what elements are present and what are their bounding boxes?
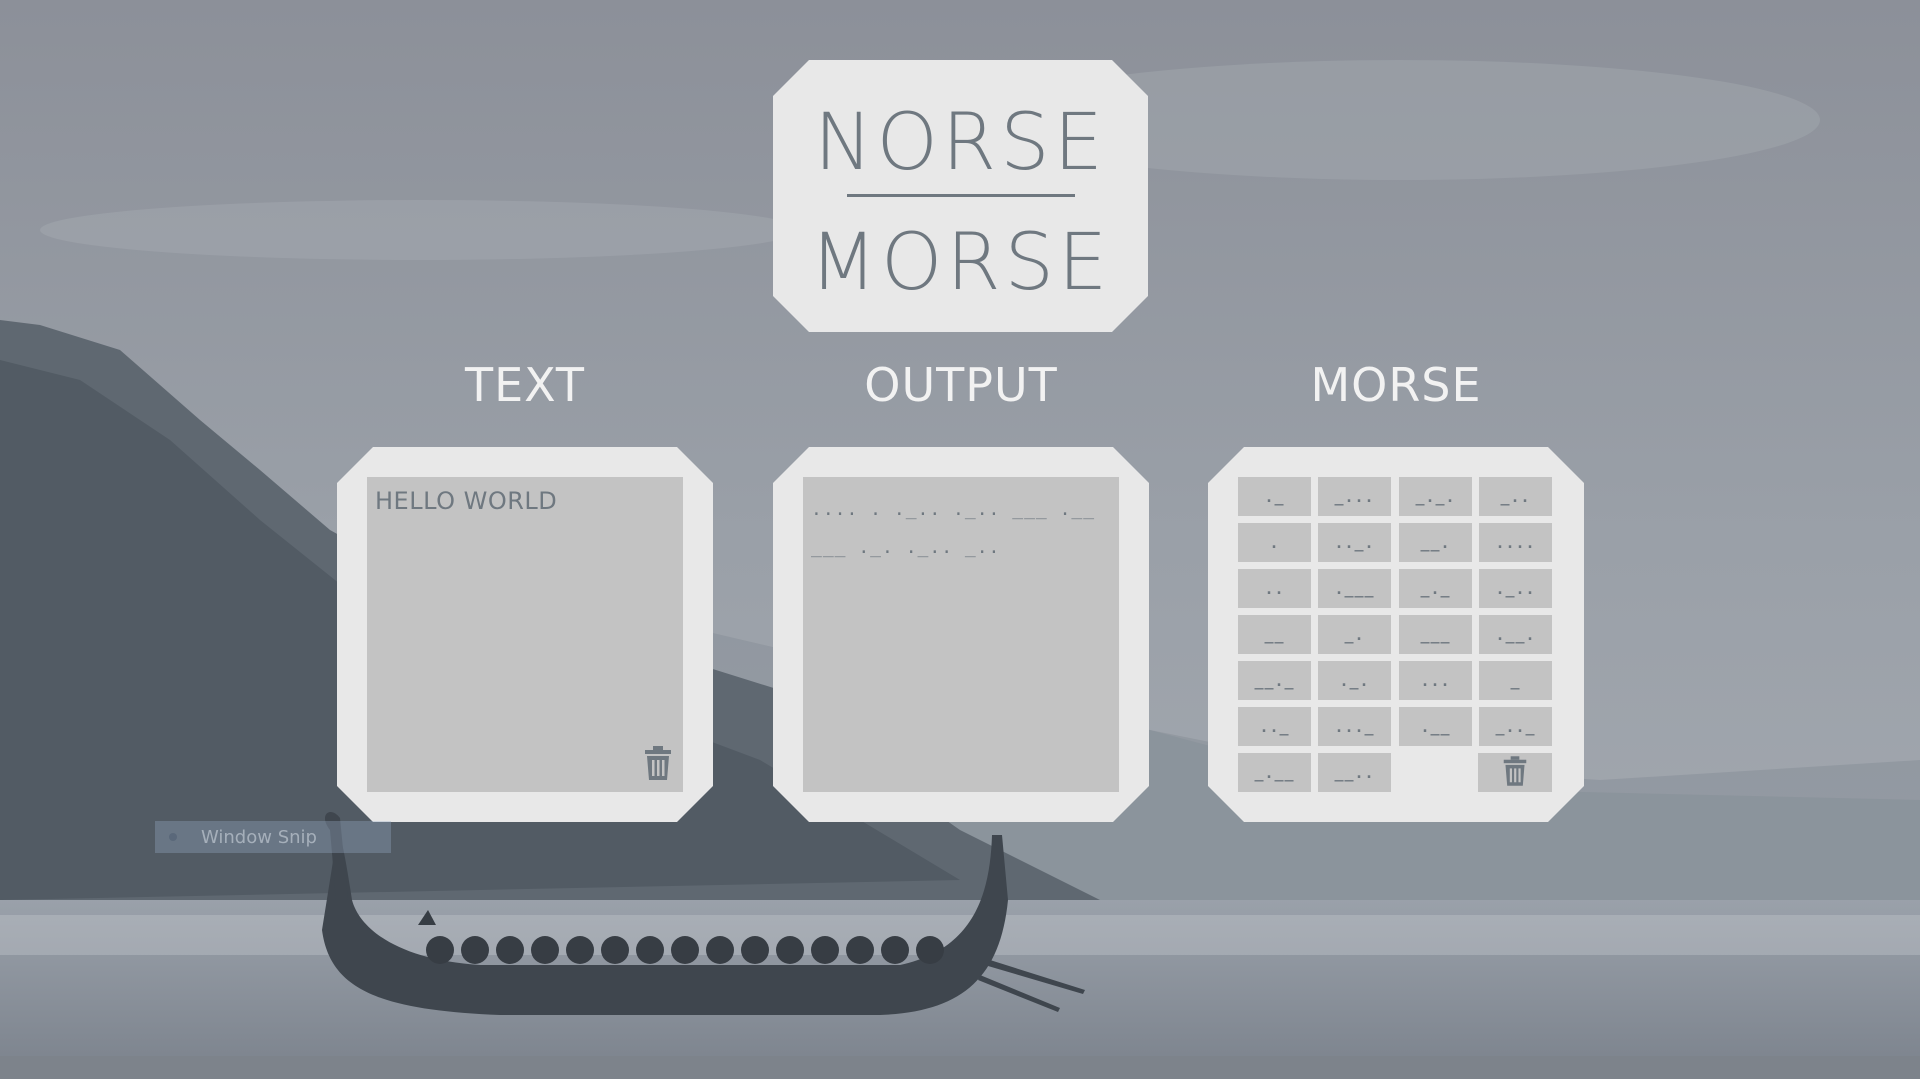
morse-key[interactable]: ..._ — [1318, 707, 1391, 746]
morse-key[interactable]: . — [1238, 523, 1311, 562]
output-panel: .... . ._.. ._.. ___ .__ ___ ._. ._.. _.… — [773, 447, 1149, 822]
heading-output: OUTPUT — [864, 358, 1058, 412]
morse-key[interactable]: ._.. — [1479, 569, 1552, 608]
bottom-strip — [0, 1056, 1920, 1079]
logo-word-norse: NORSE — [814, 98, 1107, 188]
morse-key[interactable]: ___ — [1399, 615, 1472, 654]
window-snip-overlay: Window Snip — [155, 821, 391, 853]
morse-key[interactable]: .. — [1238, 569, 1311, 608]
morse-key[interactable]: .___ — [1318, 569, 1391, 608]
heading-morse: MORSE — [1310, 358, 1482, 412]
morse-key[interactable]: _.. — [1479, 477, 1552, 516]
morse-key[interactable]: .__ — [1399, 707, 1472, 746]
morse-panel: ._ _... _._. _... .._. __....... .___ _._ ._.. __… — [1208, 447, 1584, 822]
trash-icon — [1502, 756, 1528, 789]
morse-key[interactable]: ... — [1399, 661, 1472, 700]
logo-panel: NORSE MORSE — [773, 60, 1148, 332]
logo-word-morse: MORSE — [809, 218, 1112, 308]
text-input[interactable] — [375, 487, 675, 737]
morse-key[interactable]: _._ — [1399, 569, 1472, 608]
morse-key[interactable]: .._ — [1238, 707, 1311, 746]
snip-dot-icon — [169, 833, 177, 841]
morse-key[interactable]: __ — [1238, 615, 1311, 654]
morse-key[interactable]: __. — [1399, 523, 1472, 562]
morse-key[interactable]: _... — [1318, 477, 1391, 516]
morse-key[interactable]: ._. — [1318, 661, 1391, 700]
window-snip-label: Window Snip — [201, 826, 317, 848]
morse-key[interactable]: _. — [1318, 615, 1391, 654]
morse-key[interactable]: __._ — [1238, 661, 1311, 700]
output-area: .... . ._.. ._.. ___ .__ ___ ._. ._.. _.… — [803, 477, 1119, 792]
morse-key[interactable]: _.__ — [1238, 753, 1311, 792]
morse-key[interactable]: .__. — [1479, 615, 1552, 654]
morse-key[interactable]: _._. — [1399, 477, 1472, 516]
morse-key[interactable]: _ — [1479, 661, 1552, 700]
morse-key[interactable]: .._. — [1318, 523, 1391, 562]
morse-key[interactable]: __.. — [1318, 753, 1391, 792]
heading-text: TEXT — [465, 358, 585, 412]
trash-icon[interactable] — [643, 746, 673, 780]
text-panel — [337, 447, 713, 822]
morse-clear-button[interactable] — [1478, 753, 1552, 792]
morse-key[interactable]: ._ — [1238, 477, 1311, 516]
morse-keypad: ._ _... _._. _... .._. __....... .___ _._ ._.. __… — [1238, 477, 1554, 792]
logo-divider — [847, 194, 1075, 197]
morse-key[interactable]: _.._ — [1479, 707, 1552, 746]
morse-key[interactable]: .... — [1479, 523, 1552, 562]
text-input-area — [367, 477, 683, 792]
output-text: .... . ._.. ._.. ___ .__ ___ ._. ._.. _.… — [811, 499, 1096, 558]
